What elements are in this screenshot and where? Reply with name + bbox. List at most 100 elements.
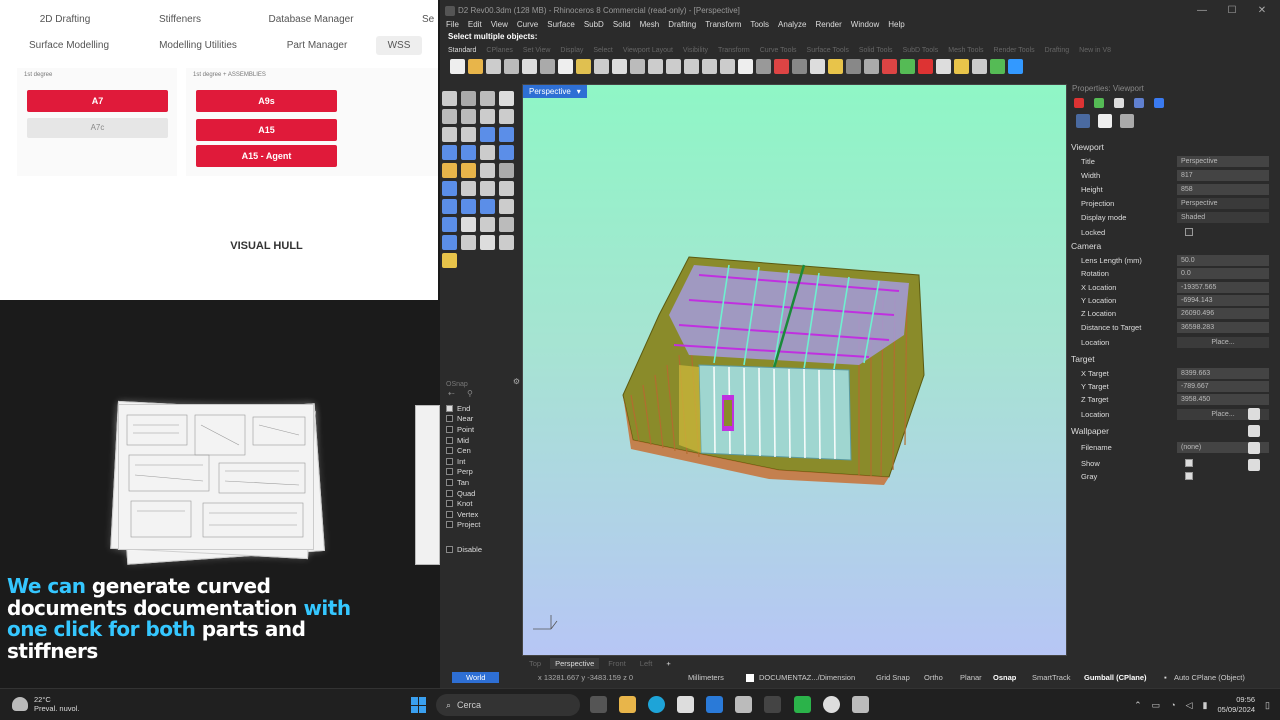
line-tool-icon[interactable] — [480, 91, 495, 106]
prop-value[interactable]: 858 — [1177, 184, 1269, 195]
units-button[interactable]: Millimeters — [688, 673, 724, 682]
menu-file[interactable]: File — [446, 20, 459, 29]
toolbar-tab-visibility[interactable]: Visibility — [683, 47, 708, 54]
menu-drafting[interactable]: Drafting — [668, 20, 696, 29]
offset-tool-icon[interactable] — [461, 181, 476, 196]
show-checkbox[interactable] — [1185, 459, 1193, 467]
battery-icon[interactable]: ▮ — [1203, 700, 1208, 711]
trim-tool-icon[interactable] — [461, 163, 476, 178]
osnap-knot[interactable]: Knot — [440, 498, 520, 509]
mesh-tool-icon[interactable] — [499, 145, 514, 160]
viewport-props-icon[interactable] — [1076, 114, 1090, 128]
menu-render[interactable]: Render — [816, 20, 842, 29]
toolbar-tab-display[interactable]: Display — [560, 47, 583, 54]
windows-start-icon[interactable] — [411, 697, 427, 713]
viewport-tab-perspective[interactable]: Perspective — [550, 658, 600, 669]
gear-icon[interactable]: ⚙ — [513, 377, 520, 386]
prop-value[interactable]: -789.667 — [1177, 381, 1269, 392]
undo-icon[interactable] — [594, 59, 609, 74]
point-icon[interactable] — [810, 59, 825, 74]
toolbar-tab-standard[interactable]: Standard — [448, 47, 476, 54]
gear-icon[interactable] — [954, 59, 969, 74]
extrude-tool-icon[interactable] — [499, 127, 514, 142]
perspective-viewport[interactable]: Perspective ▾ — [522, 84, 1067, 656]
rotate-view-icon[interactable] — [630, 59, 645, 74]
a9s-button[interactable]: A9s — [196, 90, 337, 112]
checkbox[interactable] — [446, 468, 453, 476]
color-icon[interactable] — [900, 59, 915, 74]
help-icon[interactable] — [1008, 59, 1023, 74]
leader-tool-icon[interactable] — [499, 217, 514, 232]
lock-icon[interactable] — [864, 59, 879, 74]
checkbox[interactable] — [446, 415, 453, 423]
checkmark-tool-icon[interactable] — [480, 235, 495, 250]
text-tool-icon[interactable] — [480, 217, 495, 232]
menu-analyze[interactable]: Analyze — [778, 20, 806, 29]
tab-2d-drafting[interactable]: 2D Drafting — [0, 14, 130, 25]
viewport-tab-left[interactable]: Left — [635, 658, 658, 669]
settings-icon[interactable] — [1248, 459, 1260, 471]
checkbox[interactable] — [446, 521, 453, 529]
checkbox[interactable] — [446, 425, 453, 433]
back-icon[interactable]: ⇠ — [448, 389, 455, 398]
title-bar[interactable]: D2 Rev00.3dm (128 MB) - Rhinoceros 8 Com… — [440, 2, 1280, 18]
grasshopper-taskbar-icon[interactable] — [794, 696, 811, 713]
weather-widget[interactable]: 22°C Preval. nuvol. — [12, 695, 79, 713]
box-tool-icon[interactable] — [442, 145, 457, 160]
prop-value[interactable]: -19357.565 — [1177, 282, 1269, 293]
toolbar-tab-curve-tools[interactable]: Curve Tools — [760, 47, 797, 54]
undo-view-icon[interactable] — [720, 59, 735, 74]
material-props-icon[interactable] — [1094, 98, 1104, 108]
task-view-icon[interactable] — [590, 696, 607, 713]
menu-mesh[interactable]: Mesh — [640, 20, 660, 29]
rhino-taskbar-icon[interactable] — [735, 696, 752, 713]
prop-value[interactable]: 36598.283 — [1177, 322, 1269, 333]
import-icon[interactable] — [522, 59, 537, 74]
toolbar-tab-mesh-tools[interactable]: Mesh Tools — [948, 47, 983, 54]
cplane-icon[interactable] — [756, 59, 771, 74]
check-tool-icon[interactable] — [461, 235, 476, 250]
filter-icon[interactable]: ⚲ — [467, 389, 473, 398]
gray-checkbox[interactable] — [1185, 472, 1193, 480]
cylinder-tool-icon[interactable] — [480, 145, 495, 160]
prop-value[interactable]: 26090.496 — [1177, 308, 1269, 319]
tab-truncated[interactable]: Se — [392, 14, 438, 25]
select-icon[interactable] — [774, 59, 789, 74]
select-arrow-icon[interactable] — [442, 91, 457, 106]
ellipse-tool-icon[interactable] — [461, 109, 476, 124]
osnap-mid[interactable]: Mid — [440, 435, 520, 446]
circle-tool-icon[interactable] — [442, 109, 457, 124]
prop-value[interactable]: 817 — [1177, 170, 1269, 181]
polyline-tool-icon[interactable] — [499, 91, 514, 106]
zoom-icon[interactable] — [648, 59, 663, 74]
checkbox[interactable] — [446, 404, 453, 412]
paint-tool-icon[interactable] — [442, 253, 457, 268]
viewport-tab-front[interactable]: Front — [603, 658, 631, 669]
page-icon[interactable] — [1248, 442, 1260, 454]
four-views-icon[interactable] — [738, 59, 753, 74]
toolbar-tab-drafting[interactable]: Drafting — [1045, 47, 1070, 54]
command-prompt[interactable]: Select multiple objects: — [448, 32, 537, 41]
edge-browser-icon[interactable] — [648, 696, 665, 713]
tab-wss[interactable]: WSS — [376, 36, 422, 55]
a15-button[interactable]: A15 — [196, 119, 337, 141]
hatch-tool-icon[interactable] — [461, 217, 476, 232]
vscode-icon[interactable] — [706, 696, 723, 713]
osnap-near[interactable]: Near — [440, 414, 520, 425]
menu-edit[interactable]: Edit — [468, 20, 482, 29]
osnap-cen[interactable]: Cen — [440, 445, 520, 456]
checkbox[interactable] — [446, 510, 453, 518]
page-props-icon[interactable] — [1098, 114, 1112, 128]
visual-hull-label[interactable]: VISUAL HULL — [196, 240, 337, 252]
toolbar-tab-new-in-v8[interactable]: New in V8 — [1079, 47, 1111, 54]
point-tool-icon[interactable] — [461, 91, 476, 106]
array-tool-icon[interactable] — [499, 199, 514, 214]
save-icon[interactable] — [486, 59, 501, 74]
checkbox[interactable] — [446, 489, 453, 497]
ortho-toggle[interactable]: Ortho — [924, 673, 943, 682]
usb-icon[interactable] — [764, 696, 781, 713]
checkbox[interactable] — [446, 436, 453, 444]
display-mode-dropdown[interactable]: Shaded — [1177, 212, 1269, 223]
open-folder-icon[interactable] — [468, 59, 483, 74]
rhino-second-taskbar-icon[interactable] — [852, 696, 869, 713]
